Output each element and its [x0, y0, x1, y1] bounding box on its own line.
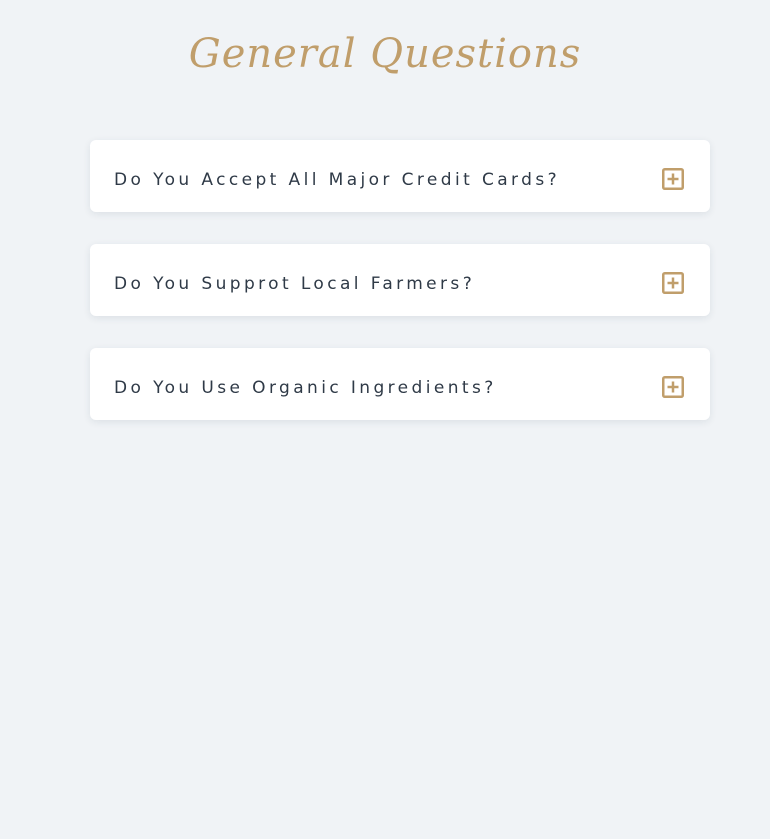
plus-square-icon[interactable]: [662, 272, 684, 294]
page-title: General Questions: [188, 31, 582, 77]
faq-question: Do You Supprot Local Farmers?: [114, 274, 476, 294]
faq-item-organic-ingredients[interactable]: Do You Use Organic Ingredients?: [90, 348, 710, 420]
faq-question: Do You Use Organic Ingredients?: [114, 378, 497, 398]
plus-square-icon[interactable]: [662, 168, 684, 190]
faq-item-local-farmers[interactable]: Do You Supprot Local Farmers?: [90, 244, 710, 316]
plus-square-icon[interactable]: [662, 376, 684, 398]
faq-item-credit-cards[interactable]: Do You Accept All Major Credit Cards?: [90, 140, 710, 212]
faq-question: Do You Accept All Major Credit Cards?: [114, 170, 561, 190]
faq-list: Do You Accept All Major Credit Cards? Do…: [90, 140, 710, 452]
